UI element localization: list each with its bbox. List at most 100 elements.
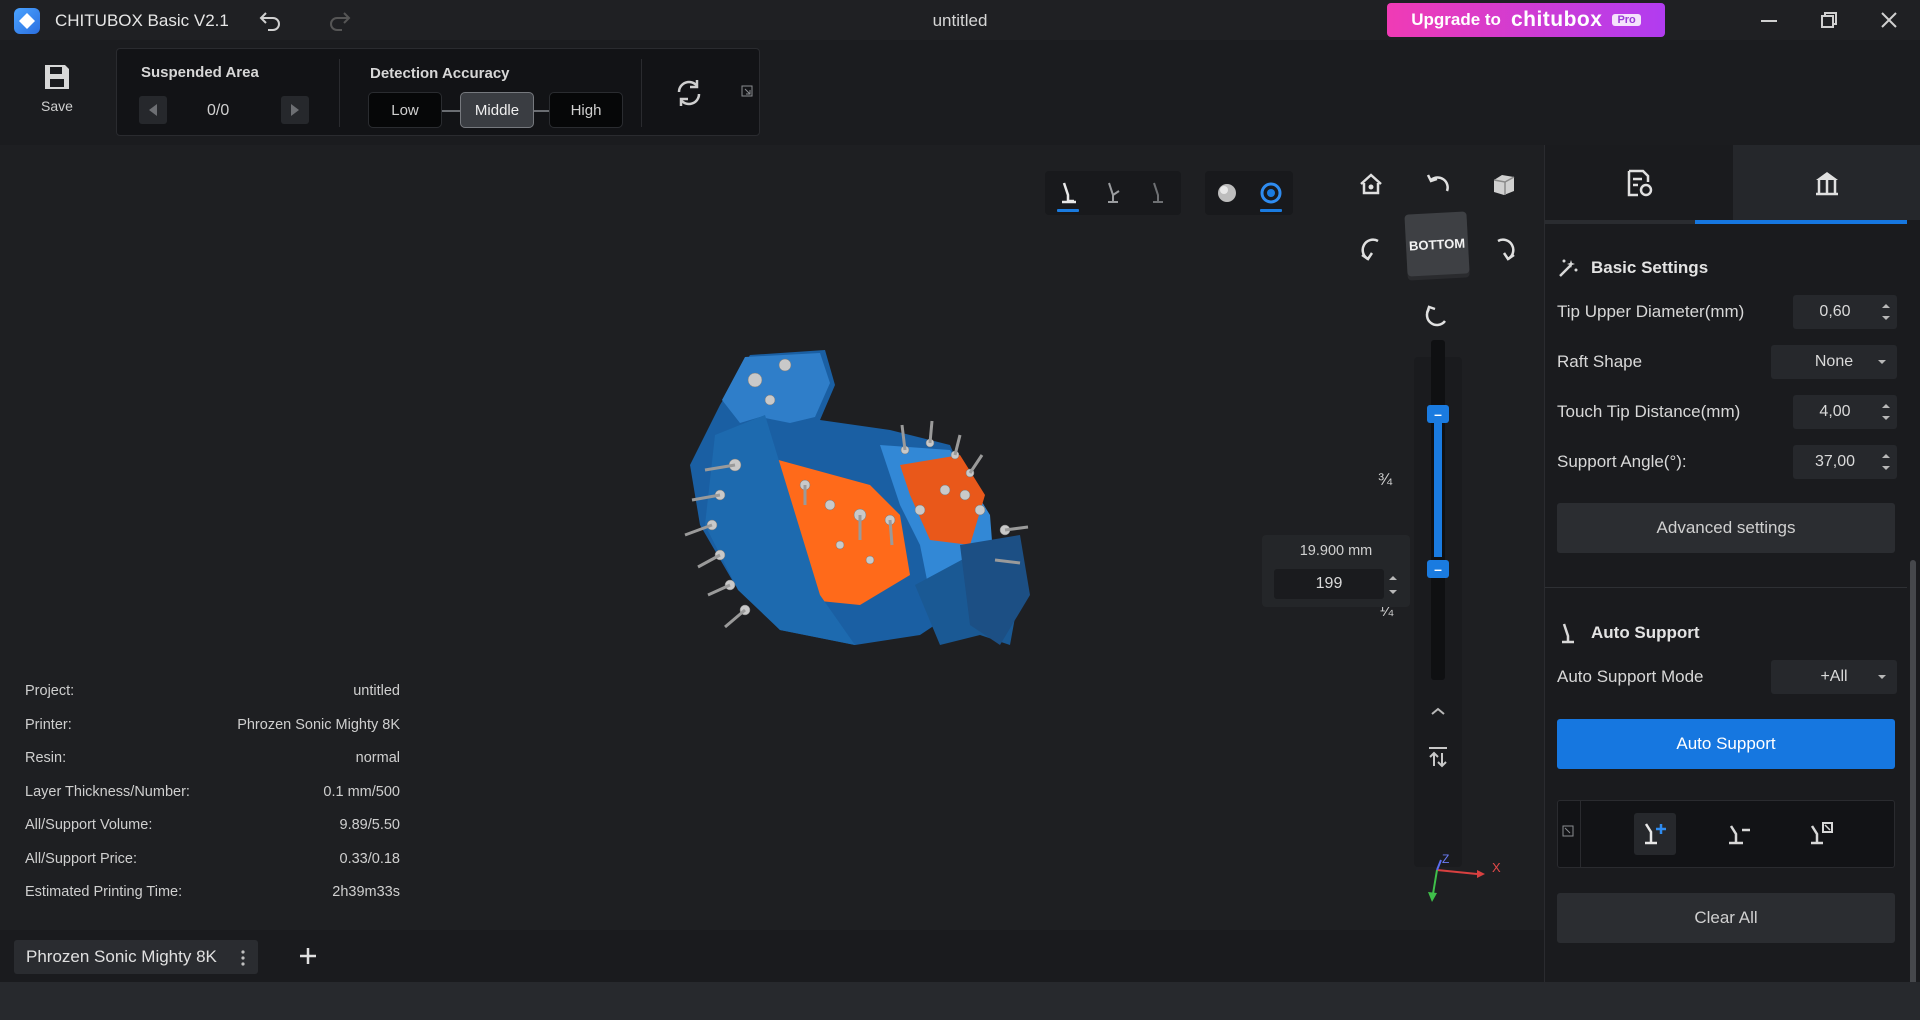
- auto-support-title: Auto Support: [1591, 623, 1700, 642]
- support-tip-icon: [1061, 182, 1076, 204]
- touch-tip-distance-input[interactable]: 4,00: [1793, 395, 1897, 429]
- support-view-light-button[interactable]: [1141, 174, 1175, 212]
- render-xray-button[interactable]: [1254, 174, 1288, 212]
- arrow-left-icon: [149, 104, 157, 116]
- touch-tip-distance-row: Touch Tip Distance(mm) 4,00: [1557, 395, 1897, 429]
- divider: [339, 59, 340, 127]
- info-label: All/Support Volume:: [25, 817, 153, 833]
- spinner-buttons[interactable]: [1875, 295, 1897, 329]
- edit-support-icon: [1729, 825, 1750, 845]
- chevron-down-icon: [1878, 360, 1886, 364]
- tip-upper-diameter-row: Tip Upper Diameter(mm) 0,60: [1557, 295, 1897, 329]
- spinner-buttons[interactable]: [1875, 445, 1897, 479]
- add-tab-icon[interactable]: [298, 946, 318, 966]
- collapse-panel-icon[interactable]: [741, 85, 753, 97]
- advanced-settings-button[interactable]: Advanced settings: [1557, 503, 1895, 553]
- basic-settings-header: Basic Settings: [1557, 257, 1708, 279]
- home-view-icon[interactable]: [1358, 171, 1384, 197]
- document-gear-icon: [1627, 169, 1653, 196]
- save-button[interactable]: Save: [30, 62, 84, 114]
- support-tip-icon: [1562, 623, 1574, 644]
- basic-settings-title: Basic Settings: [1591, 258, 1709, 277]
- support-angle-input[interactable]: 37,00: [1793, 445, 1897, 479]
- add-support-icon: [1644, 823, 1666, 845]
- suspended-next-button[interactable]: [281, 96, 309, 124]
- accuracy-high-button[interactable]: High: [549, 92, 623, 128]
- auto-support-header: Auto Support: [1557, 622, 1700, 644]
- magic-wand-icon: [1559, 259, 1578, 277]
- support-view-all-button[interactable]: [1051, 174, 1085, 212]
- arrow-right-icon: [291, 104, 299, 116]
- auto-support-button[interactable]: Auto Support: [1557, 719, 1895, 769]
- edit-support-button[interactable]: [1718, 813, 1760, 855]
- more-vertical-icon[interactable]: [240, 949, 246, 967]
- rotate-bottom-icon[interactable]: [1425, 301, 1451, 327]
- axis-x-label: X: [1492, 860, 1501, 875]
- auto-support-mode-select[interactable]: +All: [1771, 660, 1897, 694]
- cube-view-icon[interactable]: [1490, 171, 1516, 197]
- undo-icon[interactable]: [258, 9, 282, 31]
- layer-spinner[interactable]: [1388, 573, 1398, 597]
- info-label: Project:: [25, 683, 75, 699]
- redo-icon[interactable]: [328, 9, 352, 31]
- close-icon[interactable]: [1880, 11, 1898, 29]
- info-row-price: All/Support Price: 0.33/0.18: [25, 851, 400, 867]
- info-row-project: Project: untitled: [25, 683, 400, 699]
- 3d-viewport[interactable]: BOTTOM – – ¾ ¼ 19.900 mm 199 X Z Project…: [0, 145, 1544, 930]
- info-label: Layer Thickness/Number:: [25, 784, 190, 800]
- auto-support-mode-row: Auto Support Mode +All: [1557, 660, 1897, 694]
- app-logo-icon: [14, 8, 40, 34]
- save-icon: [45, 65, 69, 89]
- view-cube-bottom[interactable]: BOTTOM: [1404, 211, 1470, 277]
- rotate-left-icon[interactable]: [1425, 171, 1451, 197]
- rotate-down-right-icon[interactable]: [1492, 237, 1518, 263]
- tab-support[interactable]: [1733, 145, 1920, 220]
- layer-number-input[interactable]: 199: [1274, 569, 1384, 599]
- suspended-area-value: 0/0: [207, 102, 230, 119]
- restore-icon[interactable]: [1820, 11, 1838, 29]
- add-support-button[interactable]: [1634, 813, 1676, 855]
- support-tool-panel: Suspended Area 0/0 Detection Accuracy Lo…: [116, 48, 760, 136]
- raft-shape-select[interactable]: None: [1771, 345, 1897, 379]
- accuracy-low-button[interactable]: Low: [368, 92, 442, 128]
- support-view-medium-button[interactable]: [1096, 174, 1130, 212]
- collapse-strip-icon[interactable]: [1562, 825, 1574, 837]
- divider: [641, 59, 642, 127]
- scrollbar-thumb[interactable]: [1910, 560, 1916, 985]
- touch-tip-distance-label: Touch Tip Distance(mm): [1557, 402, 1741, 421]
- printer-tab[interactable]: Phrozen Sonic Mighty 8K: [14, 940, 258, 974]
- pro-badge: Pro: [1612, 14, 1641, 26]
- axis-z-label: Z: [1442, 852, 1449, 866]
- support-tip-icon: [1107, 182, 1120, 203]
- chevron-down-icon: [1878, 675, 1886, 679]
- select-support-button[interactable]: [1800, 813, 1842, 855]
- refresh-icon[interactable]: [673, 77, 705, 109]
- title-bar: CHITUBOX Basic V2.1 untitled Upgrade to …: [0, 0, 1920, 40]
- minimize-icon[interactable]: [1760, 12, 1778, 30]
- printer-tab-label: Phrozen Sonic Mighty 8K: [26, 947, 217, 966]
- support-structure-icon: [1816, 171, 1838, 195]
- info-value: Phrozen Sonic Mighty 8K: [237, 717, 400, 733]
- layer-slider-lower-handle[interactable]: –: [1427, 560, 1449, 578]
- clear-all-button[interactable]: Clear All: [1557, 893, 1895, 943]
- rotate-down-left-icon[interactable]: [1358, 237, 1384, 263]
- divider: [1580, 801, 1581, 867]
- tab-slice-settings[interactable]: [1545, 145, 1733, 220]
- right-panel-scrollbar[interactable]: [1907, 225, 1919, 985]
- layer-swap-icon[interactable]: [1426, 745, 1450, 769]
- chevron-up-icon[interactable]: [1429, 705, 1447, 717]
- info-label: Printer:: [25, 717, 72, 733]
- upgrade-button[interactable]: Upgrade to chitubox Pro: [1387, 3, 1665, 37]
- info-label: Estimated Printing Time:: [25, 884, 183, 900]
- layer-slider-upper-handle[interactable]: –: [1427, 405, 1449, 423]
- 3d-model[interactable]: [660, 345, 1100, 725]
- info-label: All/Support Price:: [25, 851, 138, 867]
- accuracy-middle-button[interactable]: Middle: [460, 92, 534, 128]
- spinner-buttons[interactable]: [1875, 395, 1897, 429]
- suspended-prev-button[interactable]: [139, 96, 167, 124]
- render-solid-button[interactable]: [1210, 174, 1244, 212]
- info-value: 0.1 mm/500: [323, 784, 400, 800]
- info-value: 0.33/0.18: [339, 851, 400, 867]
- tip-upper-diameter-input[interactable]: 0,60: [1793, 295, 1897, 329]
- tab-underline-active: [1695, 220, 1907, 224]
